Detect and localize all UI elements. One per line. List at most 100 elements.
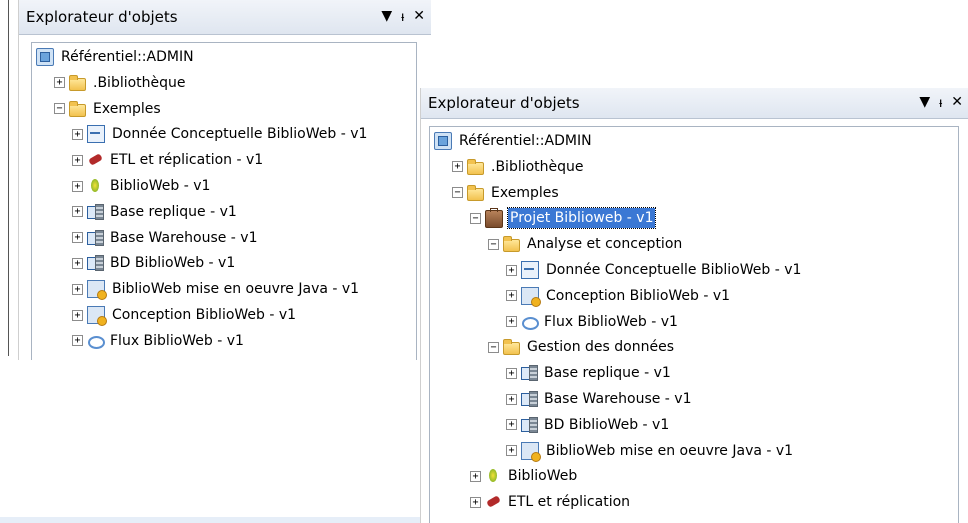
database-icon xyxy=(87,229,104,246)
tree-item[interactable]: + BiblioWeb xyxy=(470,466,579,486)
dropdown-arrow-icon[interactable]: ▼ xyxy=(919,94,930,111)
expand-icon[interactable]: + xyxy=(470,496,481,508)
tree-item[interactable]: + BiblioWeb mise en oeuvre Java - v1 xyxy=(72,279,361,301)
tree-item[interactable]: + Conception BiblioWeb - v1 xyxy=(72,305,298,326)
tree-item[interactable]: + Base replique - v1 xyxy=(72,202,239,222)
tree-item-label: BiblioWeb mise en oeuvre Java - v1 xyxy=(546,442,794,459)
expand-icon[interactable]: + xyxy=(72,309,83,321)
folder-icon xyxy=(69,74,86,91)
data-model-icon xyxy=(521,261,539,279)
tree-item-label: Exemples xyxy=(491,184,559,201)
tree-item-label: ETL et réplication xyxy=(508,494,631,511)
tree-item-label: Projet Biblioweb - v1 xyxy=(506,207,657,230)
panel-titlebar: Explorateur d'objets ▼ ᵼ ✕ xyxy=(421,88,968,119)
tree-item-label: Flux BiblioWeb - v1 xyxy=(544,313,678,330)
tree-item-label: Référentiel::ADMIN xyxy=(61,49,194,65)
tree-item[interactable]: + Base replique - v1 xyxy=(506,363,673,383)
tree-item-label: ETL et réplication - v1 xyxy=(110,152,264,169)
implementation-icon xyxy=(87,280,107,301)
panel-controls: ▼ ᵼ ✕ xyxy=(919,94,963,111)
tree-item-label: Base replique - v1 xyxy=(544,365,671,382)
expand-icon[interactable]: + xyxy=(72,232,83,244)
tree-item-label: Référentiel::ADMIN xyxy=(459,133,592,149)
tree-item-label: BiblioWeb xyxy=(508,468,578,485)
expand-icon[interactable]: + xyxy=(72,154,83,166)
tree-item-label: BiblioWeb mise en oeuvre Java - v1 xyxy=(112,281,360,298)
tree-item[interactable]: + Flux BiblioWeb - v1 xyxy=(506,312,680,332)
tree-item[interactable]: + BiblioWeb mise en oeuvre Java - v1 xyxy=(506,441,795,462)
expand-icon[interactable]: + xyxy=(470,470,481,482)
expand-icon[interactable]: + xyxy=(72,283,83,295)
database-icon xyxy=(87,255,104,272)
pin-icon[interactable]: ᵼ xyxy=(939,94,942,111)
collapse-icon[interactable]: − xyxy=(452,187,463,199)
tree-item[interactable]: + Conception BiblioWeb - v1 xyxy=(506,286,732,307)
tree-item[interactable]: + Flux BiblioWeb - v1 xyxy=(72,331,246,351)
tree-item-label: Conception BiblioWeb - v1 xyxy=(112,307,297,323)
database-icon xyxy=(87,203,104,220)
close-icon[interactable]: ✕ xyxy=(413,8,425,25)
tree-item[interactable]: Référentiel::ADMIN xyxy=(434,131,594,151)
tree-item-label: Analyse et conception xyxy=(527,236,683,253)
flow-icon xyxy=(521,314,539,330)
tree-item[interactable]: + BD BiblioWeb - v1 xyxy=(506,415,671,435)
expand-icon[interactable]: + xyxy=(506,290,517,302)
tree-item[interactable]: + .Bibliothèque xyxy=(452,157,586,177)
tree-item-label: Donnée Conceptuelle BiblioWeb - v1 xyxy=(112,126,368,143)
tree-item[interactable]: + BiblioWeb - v1 xyxy=(72,176,212,196)
etl-icon xyxy=(485,494,501,510)
tree-item[interactable]: + BD BiblioWeb - v1 xyxy=(72,253,237,273)
expand-icon[interactable]: + xyxy=(72,257,83,269)
tree-item-label: BD BiblioWeb - v1 xyxy=(544,416,670,433)
expand-icon[interactable]: + xyxy=(506,393,517,405)
left-edge-divider xyxy=(8,0,9,356)
panel-controls: ▼ ᵼ ✕ xyxy=(381,8,425,25)
tree-item[interactable]: − Exemples xyxy=(452,183,561,203)
expand-icon[interactable]: + xyxy=(506,316,517,328)
expand-icon[interactable]: + xyxy=(72,206,83,218)
tree-item-label: .Bibliothèque xyxy=(491,158,584,175)
expand-icon[interactable]: + xyxy=(72,128,83,140)
tree-item[interactable]: + ETL et réplication xyxy=(470,492,632,512)
expand-icon[interactable]: + xyxy=(506,419,517,431)
tree-item-label: Donnée Conceptuelle BiblioWeb - v1 xyxy=(546,262,802,278)
tree-item[interactable]: + Base Warehouse - v1 xyxy=(72,228,260,248)
tree-item[interactable]: Référentiel::ADMIN xyxy=(36,47,196,67)
collapse-icon[interactable]: − xyxy=(488,341,499,353)
object-tree: Référentiel::ADMIN+ .Bibliothèque− Exemple… xyxy=(31,42,417,360)
repository-icon xyxy=(36,48,54,66)
implementation-icon xyxy=(521,441,541,462)
panel-titlebar: Explorateur d'objets ▼ ᵼ ✕ xyxy=(19,0,431,35)
data-model-icon xyxy=(87,125,105,144)
expand-icon[interactable]: + xyxy=(506,367,517,379)
tree-item[interactable]: − Projet Biblioweb - v1 xyxy=(470,207,657,230)
tree-item[interactable]: + Donnée Conceptuelle BiblioWeb - v1 xyxy=(506,260,803,280)
folder-icon xyxy=(467,158,484,175)
collapse-icon[interactable]: − xyxy=(488,238,499,250)
collapse-icon[interactable]: − xyxy=(470,212,481,224)
expand-icon[interactable]: + xyxy=(54,77,65,89)
close-icon[interactable]: ✕ xyxy=(951,94,963,111)
panel-title: Explorateur d'objets xyxy=(428,94,580,112)
database-icon xyxy=(521,365,538,382)
tree-item[interactable]: + .Bibliothèque xyxy=(54,73,188,93)
expand-icon[interactable]: + xyxy=(72,180,83,192)
expand-icon[interactable]: + xyxy=(506,445,517,457)
web-app-icon xyxy=(87,178,103,194)
tree-item[interactable]: + ETL et réplication - v1 xyxy=(72,150,265,170)
pin-icon[interactable]: ᵼ xyxy=(401,8,404,25)
expand-icon[interactable]: + xyxy=(72,335,83,347)
tree-item-label: Gestion des données xyxy=(527,339,674,356)
dropdown-arrow-icon[interactable]: ▼ xyxy=(381,8,392,25)
tree-item-label: Base Warehouse - v1 xyxy=(110,229,258,246)
project-icon xyxy=(485,207,503,228)
collapse-icon[interactable]: − xyxy=(54,103,65,115)
tree-item[interactable]: + Base Warehouse - v1 xyxy=(506,389,694,409)
folder-icon xyxy=(69,100,86,117)
tree-item[interactable]: + Donnée Conceptuelle BiblioWeb - v1 xyxy=(72,124,369,144)
tree-item[interactable]: − Analyse et conception xyxy=(488,234,684,254)
tree-item[interactable]: − Exemples xyxy=(54,99,163,119)
expand-icon[interactable]: + xyxy=(506,264,517,276)
expand-icon[interactable]: + xyxy=(452,161,463,173)
tree-item[interactable]: − Gestion des données xyxy=(488,337,676,357)
